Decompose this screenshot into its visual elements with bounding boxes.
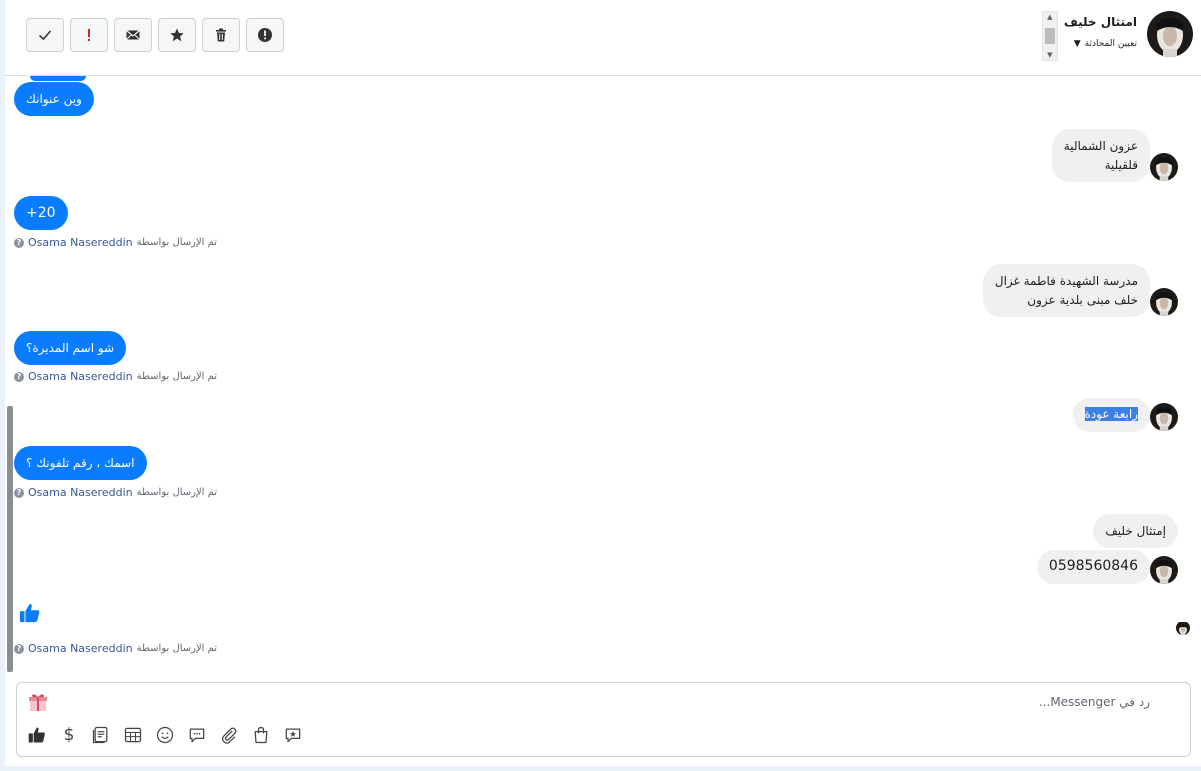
previous-message-bubble xyxy=(30,76,86,81)
outgoing-message[interactable]: +20 xyxy=(14,196,68,230)
seen-receipt-avatar xyxy=(1176,621,1190,635)
mark-important-button[interactable] xyxy=(70,18,108,52)
saved-replies-icon xyxy=(92,726,108,744)
saved-replies-button[interactable] xyxy=(91,725,111,745)
help-icon[interactable]: ? xyxy=(14,371,24,382)
scroll-thumb[interactable] xyxy=(1044,28,1055,44)
assign-label: تعيين المحادثة xyxy=(1084,39,1137,49)
help-icon[interactable]: ? xyxy=(14,237,24,248)
incoming-message[interactable]: عزون الشمالية قلقيلية xyxy=(1051,129,1150,182)
incoming-message[interactable]: مدرسة الشهيدة فاطمة غزال خلف مبنى بلدية … xyxy=(982,264,1150,317)
report-spam-button[interactable] xyxy=(246,18,284,52)
contact-avatar[interactable] xyxy=(1147,11,1193,57)
alert-circle-icon xyxy=(258,28,272,42)
help-icon[interactable]: ? xyxy=(14,643,24,654)
message-line: خلف مبنى بلدية عزون xyxy=(1027,293,1138,307)
mark-unread-button[interactable] xyxy=(114,18,152,52)
conversation-toolbar xyxy=(26,18,284,52)
scroll-down-arrow-icon[interactable]: ▼ xyxy=(1047,51,1052,59)
emoji-button[interactable] xyxy=(155,725,175,745)
help-icon[interactable]: ? xyxy=(14,487,24,498)
outgoing-message[interactable]: وين عنوانك xyxy=(14,82,94,116)
sent-by-info: ? Osama Nasereddin تم الإرسال بواسطة xyxy=(14,370,217,383)
delete-button[interactable] xyxy=(202,18,240,52)
incoming-message[interactable]: 0598560846 xyxy=(1036,550,1150,584)
agent-name-link[interactable]: Osama Nasereddin xyxy=(28,370,133,383)
conversation-header: امتثال خليف تعيين المحادثة ▼ ▲ ▼ xyxy=(5,0,1201,76)
trash-icon xyxy=(216,28,226,42)
sender-avatar[interactable] xyxy=(1150,556,1178,584)
chat-bubble-icon xyxy=(189,728,205,743)
sent-by-info: ? Osama Nasereddin تم الإرسال بواسطة xyxy=(14,486,217,499)
message-thread: وين عنوانك عزون الشمالية قلقيلية +20 ? O… xyxy=(5,76,1201,676)
message-line: عزون الشمالية xyxy=(1063,139,1138,153)
star-button[interactable] xyxy=(158,18,196,52)
check-icon xyxy=(38,30,52,41)
gift-icon[interactable] xyxy=(27,691,49,713)
exclamation-icon xyxy=(88,29,90,41)
sent-by-info: ? Osama Nasereddin تم الإرسال بواسطة xyxy=(14,236,217,249)
message-input[interactable] xyxy=(550,695,1150,709)
attach-file-button[interactable] xyxy=(219,725,239,745)
send-like-button[interactable] xyxy=(27,725,47,745)
thumbs-up-icon[interactable] xyxy=(19,602,41,624)
message-line: قلقيلية xyxy=(1104,158,1138,172)
incoming-message[interactable]: إمتثال خليف xyxy=(1093,514,1178,548)
scroll-up-arrow-icon[interactable]: ▲ xyxy=(1047,13,1052,21)
incoming-message[interactable]: رابعة عودة xyxy=(1072,398,1150,432)
outgoing-message[interactable]: شو اسم المديرة؟ xyxy=(14,331,127,365)
thread-scrollbar[interactable] xyxy=(7,406,13,672)
composer-toolbar: $ xyxy=(27,725,303,745)
thumbs-up-icon xyxy=(28,727,45,743)
contact-info: امتثال خليف تعيين المحادثة ▼ ▲ ▼ xyxy=(1038,11,1193,61)
sender-avatar[interactable] xyxy=(1150,153,1178,181)
sent-by-info: ? Osama Nasereddin تم الإرسال بواسطة xyxy=(14,642,217,655)
sender-avatar[interactable] xyxy=(1150,288,1178,316)
messenger-inbox: امتثال خليف تعيين المحادثة ▼ ▲ ▼ وين عنو… xyxy=(5,0,1201,766)
selected-text[interactable]: رابعة عودة xyxy=(1084,407,1138,421)
sent-by-label: تم الإرسال بواسطة xyxy=(136,371,218,382)
caret-down-icon: ▼ xyxy=(1073,39,1081,49)
agent-name-link[interactable]: Osama Nasereddin xyxy=(28,642,133,655)
sender-avatar[interactable] xyxy=(1150,403,1178,431)
shop-button[interactable] xyxy=(251,725,271,745)
sent-by-label: تم الإرسال بواسطة xyxy=(136,643,218,654)
shopping-bag-icon xyxy=(254,726,268,744)
agent-name-link[interactable]: Osama Nasereddin xyxy=(28,236,133,249)
dollar-icon: $ xyxy=(63,725,75,745)
quick-reply-button[interactable] xyxy=(187,725,207,745)
header-scrollbar[interactable]: ▲ ▼ xyxy=(1041,11,1058,61)
payment-button[interactable]: $ xyxy=(59,725,79,745)
calendar-grid-icon xyxy=(124,727,142,743)
feedback-button[interactable] xyxy=(283,725,303,745)
sent-by-label: تم الإرسال بواسطة xyxy=(136,237,218,248)
reply-composer: $ xyxy=(16,682,1191,757)
mark-done-button[interactable] xyxy=(26,18,64,52)
appointments-button[interactable] xyxy=(123,725,143,745)
contact-name[interactable]: امتثال خليف xyxy=(1064,15,1137,29)
envelope-icon xyxy=(126,30,140,40)
star-icon xyxy=(170,28,184,42)
outgoing-message[interactable]: اسمك ، رقم تلفونك ؟ xyxy=(14,446,147,480)
assign-conversation-dropdown[interactable]: تعيين المحادثة ▼ xyxy=(1064,39,1137,49)
sent-by-label: تم الإرسال بواسطة xyxy=(136,487,218,498)
paperclip-icon xyxy=(221,727,237,744)
message-line: مدرسة الشهيدة فاطمة غزال xyxy=(994,274,1138,288)
contact-details: امتثال خليف تعيين المحادثة ▼ xyxy=(1064,11,1137,49)
star-chat-icon xyxy=(285,728,301,743)
agent-name-link[interactable]: Osama Nasereddin xyxy=(28,486,133,499)
smiley-icon xyxy=(156,726,174,744)
